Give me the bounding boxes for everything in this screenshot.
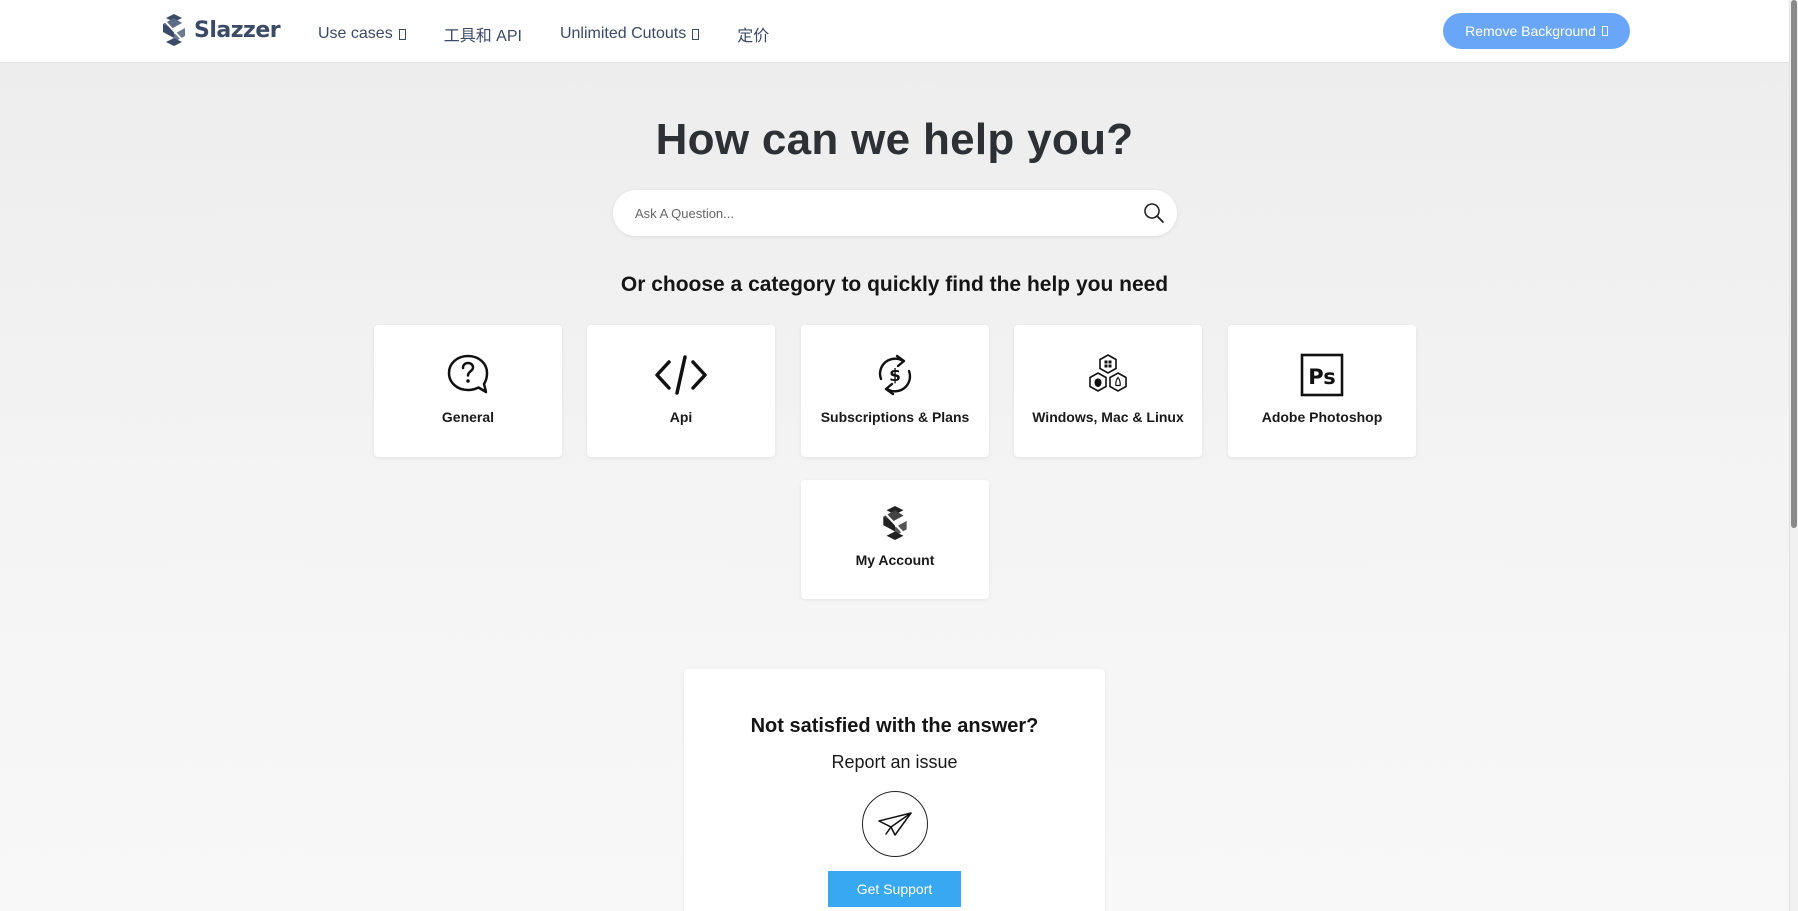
- get-support-button[interactable]: Get Support: [828, 871, 961, 907]
- nav-tools-api[interactable]: 工具和 API: [444, 22, 522, 46]
- nav-label: Use cases: [318, 25, 393, 42]
- search-icon[interactable]: [1143, 202, 1165, 224]
- category-card-platforms[interactable]: Windows, Mac & Linux: [1014, 325, 1202, 457]
- category-label: Windows, Mac & Linux: [1032, 409, 1184, 425]
- slazzer-logo-icon: [881, 506, 909, 540]
- category-card-general[interactable]: General: [374, 325, 562, 457]
- dropdown-caret-icon: [398, 28, 406, 40]
- dollar-cycle-icon: $: [878, 354, 912, 396]
- nav-label: Unlimited Cutouts: [559, 25, 687, 42]
- nav-pricing[interactable]: 定价: [737, 22, 769, 46]
- category-label: Adobe Photoshop: [1261, 409, 1383, 425]
- svg-text:$: $: [889, 366, 901, 386]
- nav-label: 工具和 API: [443, 28, 522, 45]
- category-heading: Or choose a category to quickly find the…: [620, 273, 1169, 296]
- support-subtitle: Report an issue: [831, 752, 958, 772]
- category-label: My Account: [855, 552, 935, 568]
- category-card-my-account[interactable]: My Account: [801, 480, 989, 599]
- page: Slazzer Use cases 工具和 API Unlimited Cuto…: [0, 0, 1789, 911]
- nav-use-cases[interactable]: Use cases: [318, 22, 406, 46]
- support-icon-circle: [861, 791, 928, 857]
- slazzer-logo-icon: [161, 14, 187, 46]
- category-label: Subscriptions & Plans: [820, 409, 970, 425]
- category-card-api[interactable]: Api: [587, 325, 775, 457]
- nav-label: 定价: [737, 28, 770, 45]
- search-input[interactable]: [635, 190, 1115, 236]
- nav-unlimited-cutouts[interactable]: Unlimited Cutouts: [559, 22, 700, 46]
- question-bubble-icon: [447, 354, 489, 394]
- search-box: [613, 190, 1177, 236]
- photoshop-icon: Ps: [1300, 353, 1344, 397]
- remove-background-button[interactable]: Remove Background: [1443, 13, 1630, 49]
- brand-logo[interactable]: Slazzer: [160, 14, 281, 46]
- dropdown-caret-icon: [1601, 26, 1608, 36]
- paper-plane-icon: [877, 812, 912, 836]
- svg-text:Ps: Ps: [1308, 365, 1336, 389]
- dropdown-caret-icon: [692, 28, 700, 40]
- category-card-photoshop[interactable]: Ps Adobe Photoshop: [1228, 325, 1416, 457]
- support-title: Not satisfied with the answer?: [750, 715, 1039, 737]
- support-card: Not satisfied with the answer? Report an…: [684, 669, 1105, 911]
- main-nav: Use cases 工具和 API Unlimited Cutouts 定价: [318, 22, 807, 46]
- brand-name: Slazzer: [194, 17, 281, 43]
- category-label: General: [441, 409, 495, 425]
- site-header: Slazzer Use cases 工具和 API Unlimited Cuto…: [0, 0, 1789, 63]
- page-title: How can we help you?: [655, 115, 1134, 164]
- scrollbar-thumb[interactable]: [1791, 0, 1797, 528]
- category-label: Api: [669, 409, 693, 425]
- category-card-subscriptions[interactable]: $ Subscriptions & Plans: [801, 325, 989, 457]
- cta-label: Remove Background: [1465, 23, 1596, 39]
- os-hexagons-icon: [1089, 354, 1127, 392]
- code-icon: [655, 355, 707, 395]
